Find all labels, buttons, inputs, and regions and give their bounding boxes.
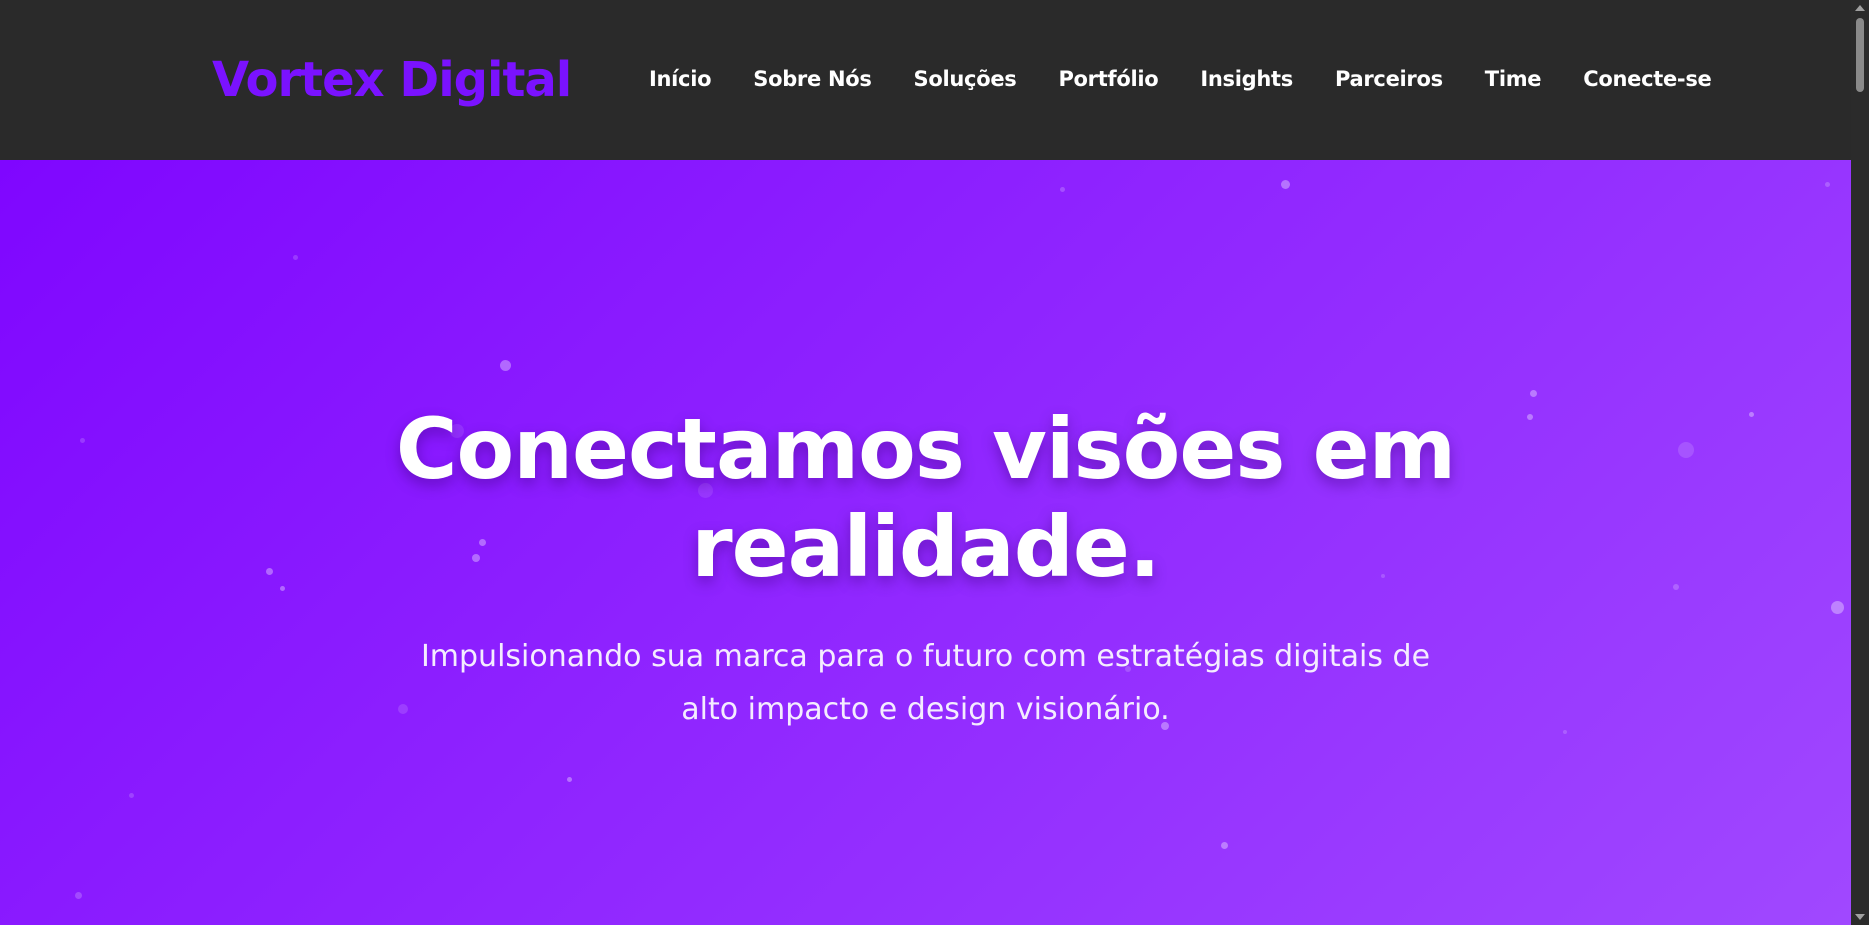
particle-dot bbox=[1825, 182, 1830, 187]
hero-headline-line-1: Conectamos visões em bbox=[395, 400, 1456, 498]
main-nav: Início Sobre Nós Soluções Portfólio Insi… bbox=[649, 62, 1712, 96]
particle-dot bbox=[1530, 390, 1537, 397]
page: Vortex Digital Início Sobre Nós Soluções… bbox=[0, 0, 1869, 925]
hero-section: Conectamos visões em realidade. Impulsio… bbox=[0, 160, 1851, 925]
particle-dot bbox=[129, 793, 134, 798]
nav-item-insights[interactable]: Insights bbox=[1200, 62, 1293, 96]
hero-headline-line-2: realidade. bbox=[691, 498, 1161, 596]
hero-headline: Conectamos visões em realidade. bbox=[0, 400, 1851, 596]
particle-dot bbox=[500, 360, 511, 371]
nav-item-solucoes[interactable]: Soluções bbox=[914, 62, 1017, 96]
nav-item-sobre-nos[interactable]: Sobre Nós bbox=[753, 62, 872, 96]
nav-item-conecte-se[interactable]: Conecte-se bbox=[1583, 62, 1712, 96]
hero-subtitle: Impulsionando sua marca para o futuro co… bbox=[0, 630, 1851, 736]
nav-item-time[interactable]: Time bbox=[1485, 62, 1542, 96]
scroll-down-arrow-icon[interactable] bbox=[1855, 914, 1865, 920]
particle-dot bbox=[1831, 601, 1844, 614]
nav-item-inicio[interactable]: Início bbox=[649, 62, 712, 96]
brand-logo[interactable]: Vortex Digital bbox=[212, 50, 572, 110]
particle-dot bbox=[1281, 180, 1290, 189]
particle-dot bbox=[293, 255, 298, 260]
hero-subtitle-line-2: alto impacto e design visionário. bbox=[681, 692, 1170, 727]
particle-dot bbox=[1060, 187, 1065, 192]
viewport: Vortex Digital Início Sobre Nós Soluções… bbox=[0, 0, 1851, 925]
nav-item-parceiros[interactable]: Parceiros bbox=[1335, 62, 1443, 96]
scrollbar-thumb[interactable] bbox=[1856, 18, 1864, 92]
particle-dot bbox=[567, 777, 572, 782]
site-header: Vortex Digital Início Sobre Nós Soluções… bbox=[0, 0, 1851, 160]
nav-item-portfolio[interactable]: Portfólio bbox=[1058, 62, 1158, 96]
hero-subtitle-line-1: Impulsionando sua marca para o futuro co… bbox=[420, 639, 1431, 674]
particle-dot bbox=[1221, 842, 1228, 849]
scroll-up-arrow-icon[interactable] bbox=[1855, 5, 1865, 11]
page-scrollbar[interactable] bbox=[1851, 0, 1869, 925]
particle-dot bbox=[75, 892, 82, 899]
